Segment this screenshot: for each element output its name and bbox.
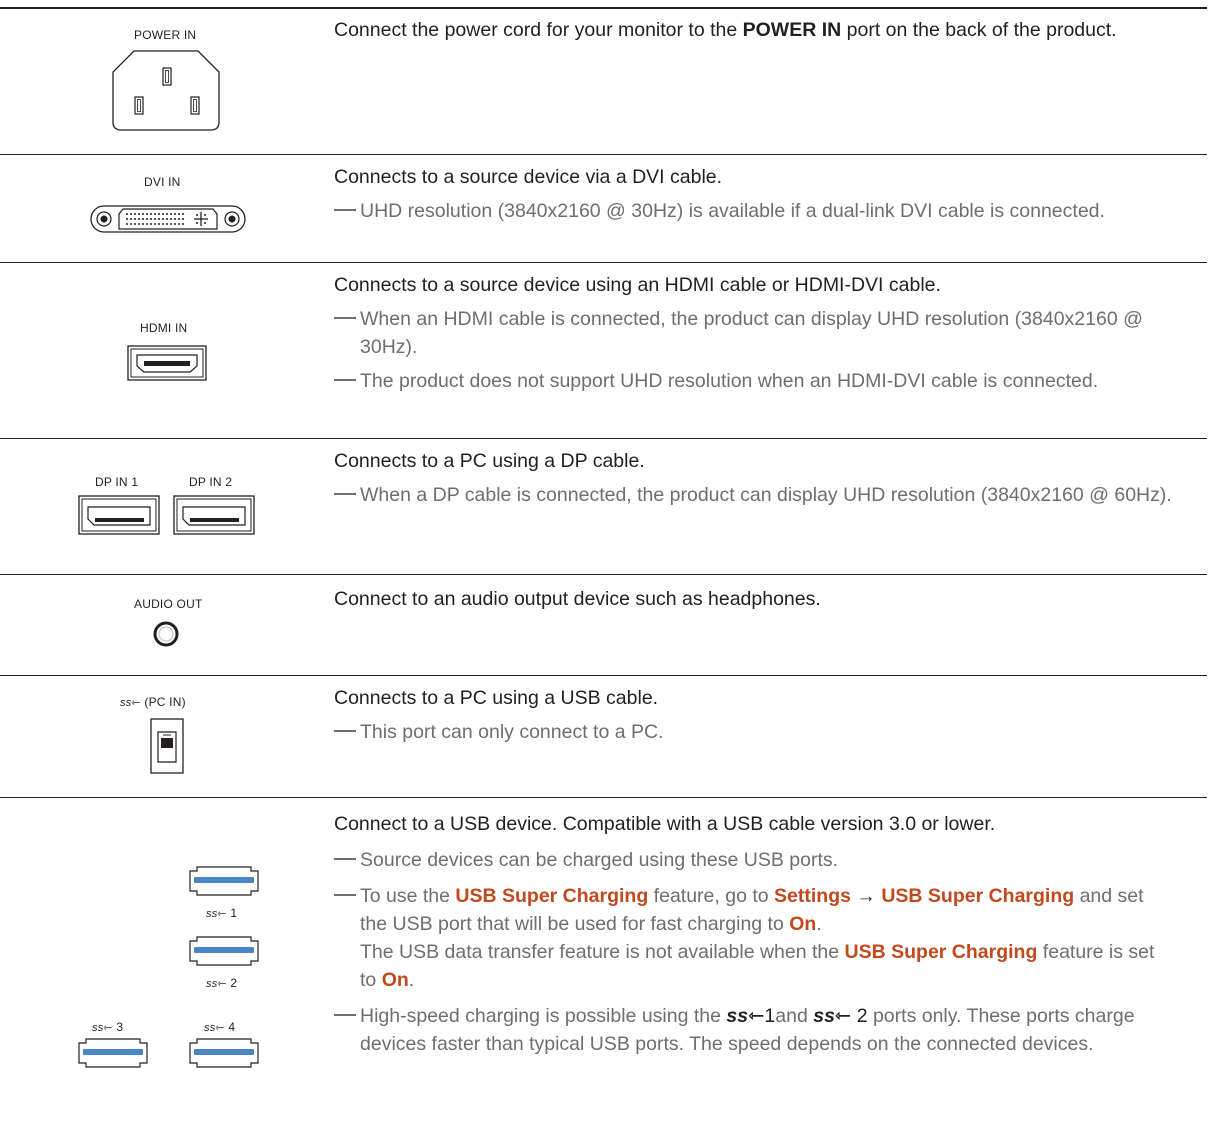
- usb-port-2-icon: [189, 936, 259, 966]
- row-description: Connects to a PC using a DP cable. When …: [334, 447, 1174, 509]
- dvi-port-icon: [90, 205, 246, 233]
- note-dash-icon: [334, 858, 356, 860]
- note-dash-icon: [334, 730, 356, 732]
- row-description: Connects to a PC using a USB cable. This…: [334, 684, 1174, 746]
- note-dash-icon: [334, 317, 356, 319]
- note: When an HDMI cable is connected, the pro…: [334, 305, 1174, 361]
- row-description: Connect the power cord for your monitor …: [334, 19, 1117, 41]
- row-description: Connect to a USB device. Compatible with…: [334, 810, 1174, 1058]
- port-label: HDMI IN: [140, 321, 188, 335]
- row-description: Connects to a source device via a DVI ca…: [334, 163, 1174, 225]
- ss-usb-icon: ss⇽: [120, 697, 141, 709]
- ss-usb-icon: ss⇽: [92, 1022, 113, 1034]
- dp-port-1-icon: [78, 495, 160, 535]
- usb-port-3-icon: [78, 1038, 148, 1068]
- note: The product does not support UHD resolut…: [334, 367, 1174, 395]
- dp-port-2-icon: [173, 495, 255, 535]
- port-label: POWER IN: [134, 28, 197, 42]
- usb-b-port-icon: [150, 718, 184, 774]
- row-description: Connects to a source device using an HDM…: [334, 271, 1174, 395]
- port-label: DP IN 2: [189, 475, 233, 489]
- port-label: ss⇽ 4: [204, 1020, 236, 1034]
- port-label: ss⇽ (PC IN): [120, 695, 186, 709]
- usb-port-4-icon: [189, 1038, 259, 1068]
- note: When a DP cable is connected, the produc…: [334, 481, 1174, 509]
- note-dash-icon: [334, 209, 356, 211]
- row-audio-out: AUDIO OUT Connect to an audio output dev…: [0, 575, 1207, 675]
- audio-jack-icon: [153, 621, 179, 647]
- port-label: DVI IN: [144, 175, 181, 189]
- note: High-speed charging is possible using th…: [334, 1002, 1174, 1058]
- note: Source devices can be charged using thes…: [334, 846, 1174, 874]
- usb-port-1-icon: [189, 866, 259, 896]
- port-label: AUDIO OUT: [134, 597, 203, 611]
- row-usb-devices: ss⇽ 1 ss⇽ 2 ss⇽ 3 ss⇽ 4 Connect to a USB…: [0, 798, 1207, 1138]
- ss-usb-icon: ss⇽: [206, 908, 227, 920]
- ss-usb-icon: ss⇽: [204, 1022, 225, 1034]
- row-description: Connect to an audio output device such a…: [334, 588, 821, 610]
- port-label: ss⇽ 2: [206, 976, 238, 990]
- row-dvi-in: DVI IN Connects to a source device via a…: [0, 155, 1207, 262]
- connection-table: POWER IN Connect the power cord for your…: [0, 0, 1209, 1141]
- hdmi-port-icon: [127, 345, 207, 381]
- note-dash-icon: [334, 493, 356, 495]
- note-dash-icon: [334, 894, 356, 896]
- port-label: DP IN 1: [95, 475, 139, 489]
- note-dash-icon: [334, 1014, 356, 1016]
- note-dash-icon: [334, 379, 356, 381]
- row-hdmi-in: HDMI IN Connects to a source device usin…: [0, 263, 1207, 438]
- row-power-in: POWER IN Connect the power cord for your…: [0, 8, 1207, 154]
- note: This port can only connect to a PC.: [334, 718, 1174, 746]
- note: UHD resolution (3840x2160 @ 30Hz) is ava…: [334, 197, 1174, 225]
- port-label: ss⇽ 3: [92, 1020, 124, 1034]
- port-label: ss⇽ 1: [206, 906, 238, 920]
- power-port-icon: [112, 50, 220, 131]
- row-usb-pc-in: ss⇽ (PC IN) Connects to a PC using a USB…: [0, 676, 1207, 797]
- row-dp-in: DP IN 1 DP IN 2 Connects to a PC using a…: [0, 439, 1207, 574]
- ss-usb-icon: ss⇽: [726, 1005, 765, 1027]
- ss-usb-icon: ss⇽: [206, 978, 227, 990]
- note: To use the USB Super Charging feature, g…: [334, 882, 1174, 994]
- ss-usb-icon: ss⇽: [813, 1005, 852, 1027]
